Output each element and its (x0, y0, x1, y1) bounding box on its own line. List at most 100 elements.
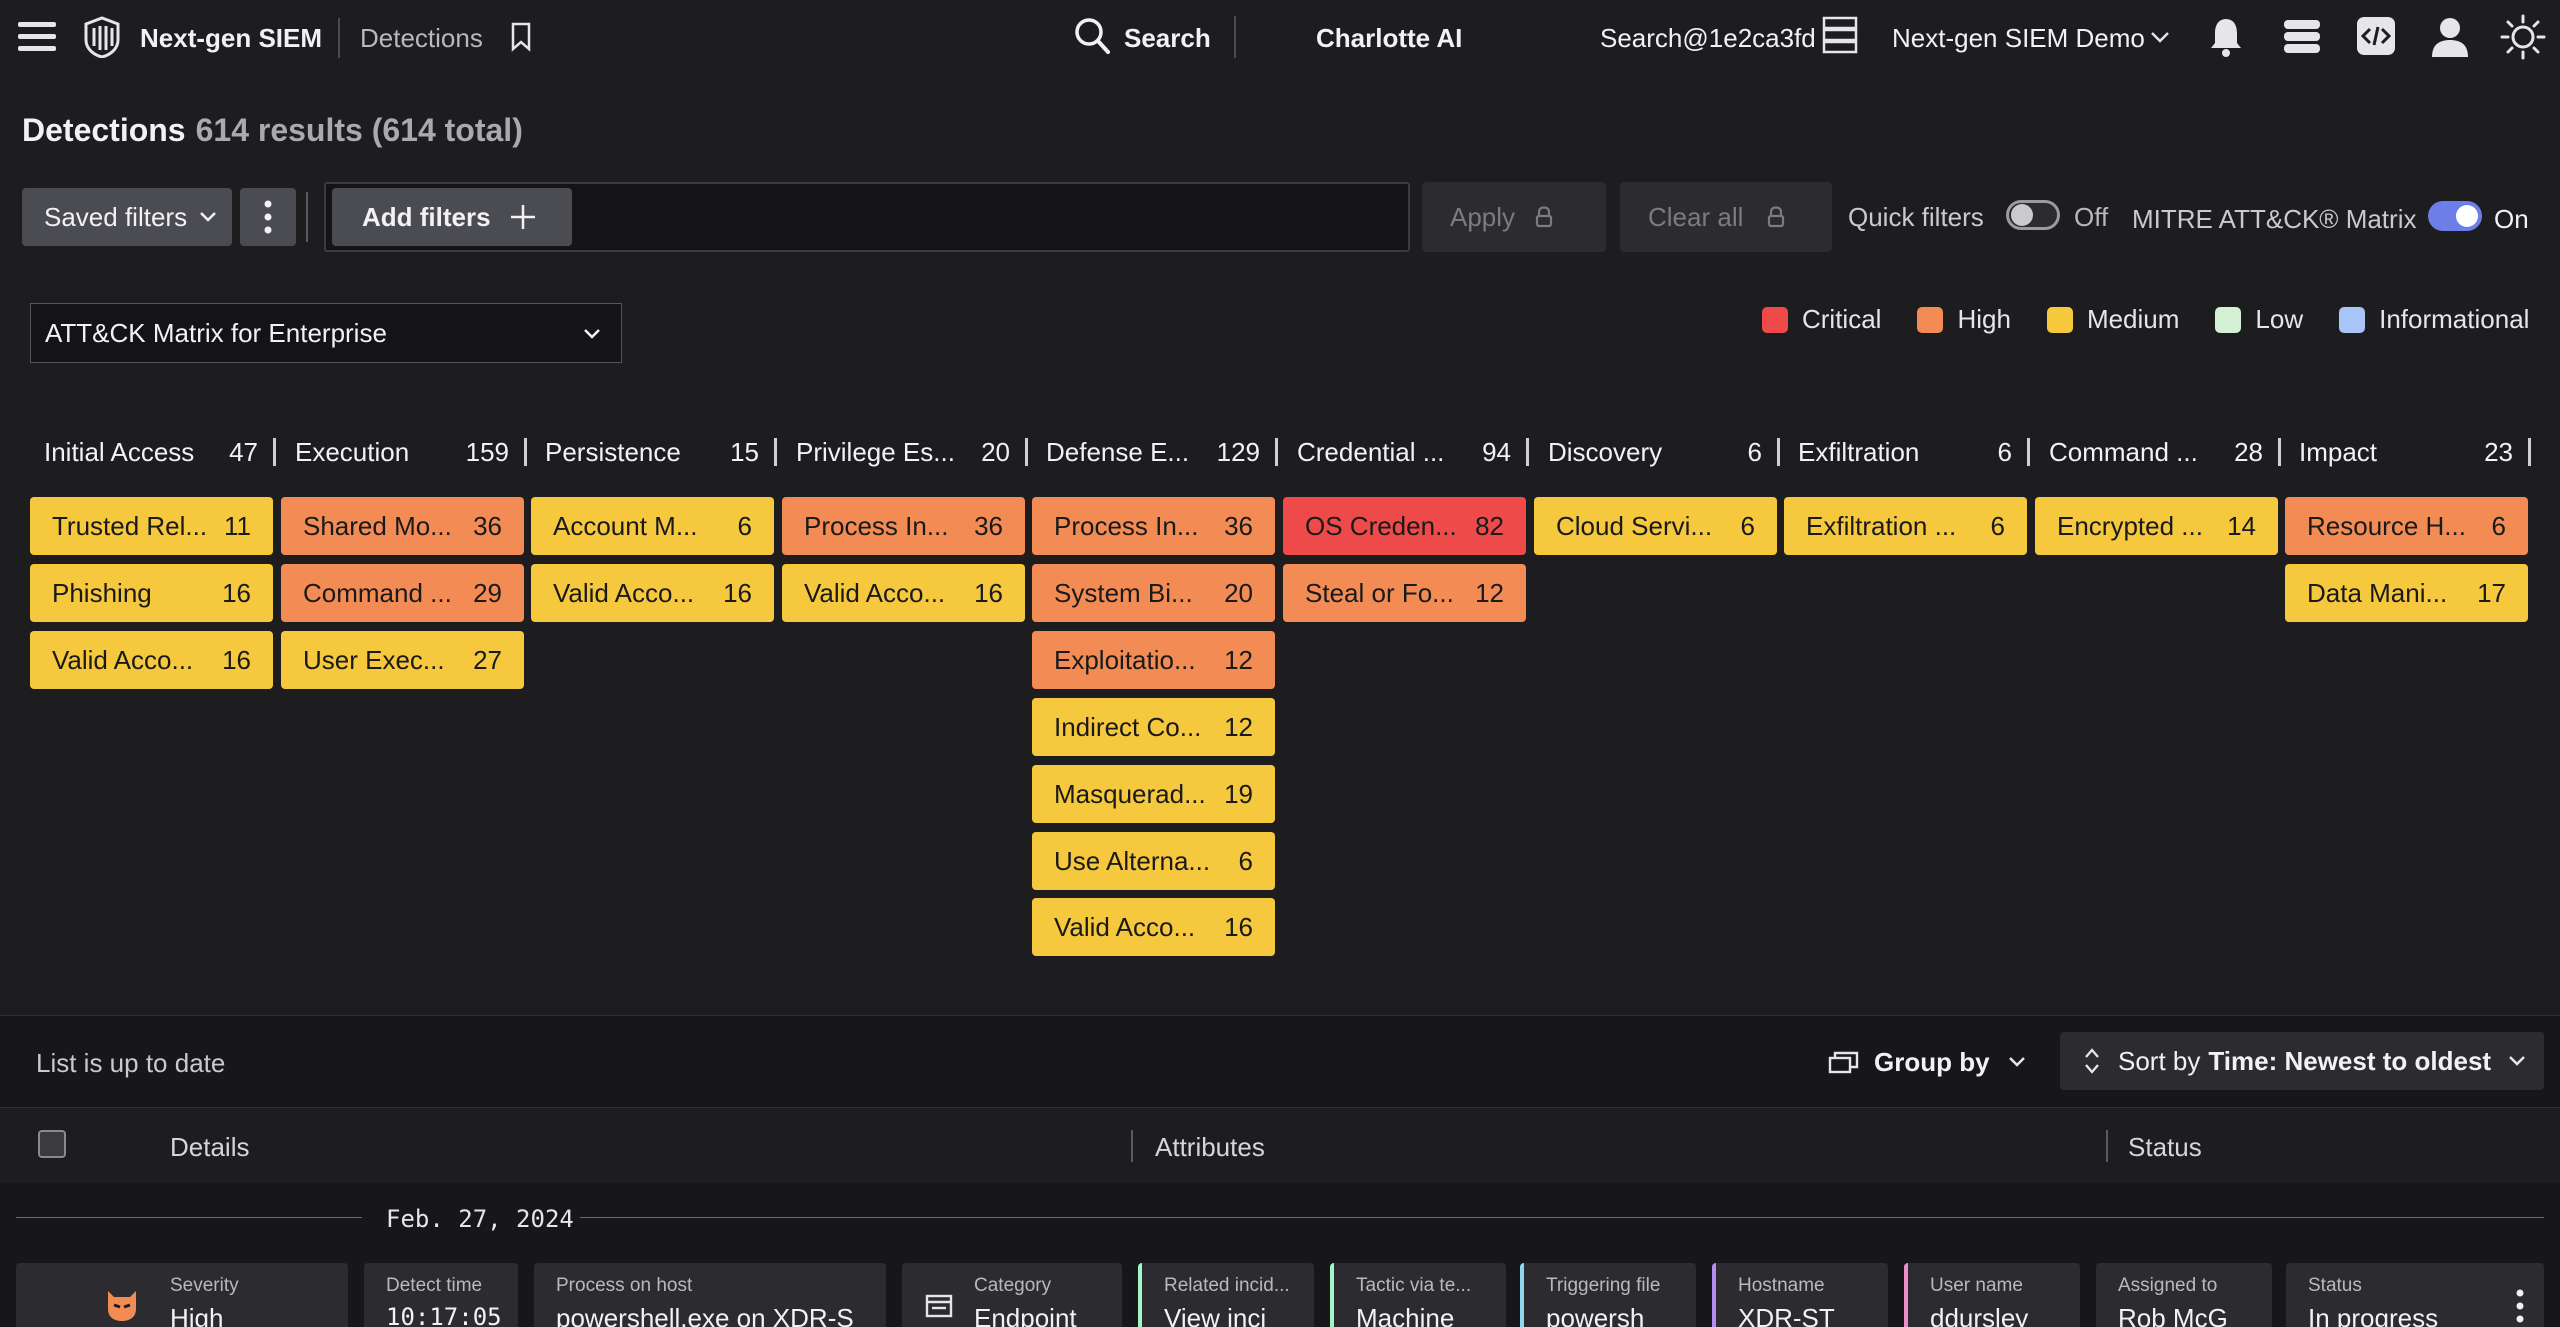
mitre-matrix-toggle[interactable] (2428, 201, 2482, 231)
technique-count: 12 (1224, 644, 1253, 675)
technique-tile[interactable]: Account M... 6 (531, 497, 774, 555)
search-icon[interactable] (1074, 17, 1110, 55)
group-by-button[interactable]: Group by (1828, 1040, 2026, 1084)
technique-tile[interactable]: Encrypted ... 14 (2035, 497, 2278, 555)
toggle-knob (2011, 204, 2033, 226)
technique-tile[interactable]: User Exec... 27 (281, 631, 524, 689)
technique-tile[interactable]: System Bi... 20 (1032, 564, 1275, 622)
sort-dropdown[interactable]: Sort by Time: Newest to oldest (2060, 1032, 2544, 1090)
technique-name: Valid Acco... (553, 577, 695, 608)
select-all-checkbox[interactable] (38, 1130, 66, 1158)
group-date: Feb. 27, 2024 (386, 1205, 574, 1233)
legend-label: Low (2255, 304, 2304, 334)
mitre-matrix-state: On (2494, 204, 2529, 234)
technique-tile[interactable]: Shared Mo... 36 (281, 497, 524, 555)
technique-tile[interactable]: Process In... 36 (1032, 497, 1275, 555)
tactic-column-header[interactable]: Initial Access 47 (30, 434, 276, 470)
charlotte-ai-button[interactable]: Charlotte AI (1316, 23, 1462, 54)
technique-tile[interactable]: Valid Acco... 16 (30, 631, 273, 689)
clear-all-button[interactable]: Clear all (1620, 182, 1832, 252)
tactic-column-header[interactable]: Execution 159 (281, 434, 527, 470)
technique-count: 20 (1224, 577, 1253, 608)
technique-tile[interactable]: Resource H... 6 (2285, 497, 2528, 555)
bell-icon[interactable] (2208, 16, 2244, 58)
attribute-card: Category Endpoint (902, 1263, 1122, 1327)
technique-tile[interactable]: Exploitatio... 12 (1032, 631, 1275, 689)
technique-count: 29 (473, 577, 502, 608)
technique-count: 27 (473, 644, 502, 675)
technique-tile[interactable]: Valid Acco... 16 (1032, 898, 1275, 956)
attack-matrix-selector[interactable]: ATT&CK Matrix for Enterprise (30, 303, 622, 363)
column-separator (273, 438, 276, 466)
tactic-column-header[interactable]: Privilege Es... 20 (782, 434, 1028, 470)
search-id[interactable]: Search@1e2ca3fd (1600, 23, 1816, 54)
technique-tile[interactable]: Use Alterna... 6 (1032, 832, 1275, 890)
technique-tile[interactable]: Cloud Servi... 6 (1534, 497, 1777, 555)
bookmark-icon[interactable] (510, 22, 532, 52)
column-separator (774, 438, 777, 466)
technique-name: Encrypted ... (2057, 510, 2203, 541)
theme-toggle-sun-icon[interactable] (2500, 14, 2546, 60)
chevron-down-icon (2008, 1057, 2025, 1067)
tactic-column-header[interactable]: Persistence 15 (531, 434, 777, 470)
attribute-card: Status In progress (2286, 1263, 2544, 1327)
app-name[interactable]: Next-gen SIEM (140, 23, 322, 54)
legend-swatch (2339, 306, 2366, 333)
attribute-card[interactable]: Related incid... View inci (1138, 1263, 1314, 1327)
apply-button[interactable]: Apply (1422, 182, 1606, 252)
technique-count: 6 (1238, 845, 1253, 876)
technique-tile[interactable]: Steal or Fo... 12 (1283, 564, 1526, 622)
quick-filters-toggle[interactable] (2006, 200, 2060, 230)
column-header-status[interactable]: Status (2128, 1132, 2202, 1163)
column-header-attributes[interactable]: Attributes (1155, 1132, 1265, 1163)
attribute-label: Tactic via te... (1356, 1275, 1472, 1296)
technique-tile[interactable]: Masquerad... 19 (1032, 765, 1275, 823)
plus-icon (509, 203, 537, 231)
stack-icon[interactable] (2282, 18, 2322, 56)
column-separator (1777, 438, 1780, 466)
tactic-column-header[interactable]: Impact 23 (2285, 434, 2531, 470)
server-icon[interactable] (1822, 16, 1858, 54)
attribute-card: Triggering file powersh (1520, 1263, 1696, 1327)
technique-tile[interactable]: Process In... 36 (782, 497, 1025, 555)
technique-count: 17 (2477, 577, 2506, 608)
user-profile-icon[interactable] (2430, 16, 2470, 58)
technique-tile[interactable]: Phishing 16 (30, 564, 273, 622)
technique-tile[interactable]: Exfiltration ... 6 (1784, 497, 2027, 555)
technique-tile[interactable]: Valid Acco... 16 (782, 564, 1025, 622)
technique-tile[interactable]: Command ... 29 (281, 564, 524, 622)
detection-row[interactable]: Severity High Detect time 10:17:05 Process o… (0, 1263, 2560, 1327)
tactic-column-header[interactable]: Credential ... 94 (1283, 434, 1529, 470)
tenant-selector[interactable]: Next-gen SIEM Demo (1892, 23, 2145, 54)
breadcrumb[interactable]: Detections (360, 23, 483, 54)
tactic-count: 47 (229, 436, 258, 467)
quick-filters-state: Off (2074, 202, 2109, 232)
saved-filters-dropdown[interactable]: Saved filters (22, 188, 232, 246)
tactic-column-header[interactable]: Command ... 28 (2035, 434, 2281, 470)
chevron-down-icon[interactable] (2150, 30, 2170, 44)
search-button[interactable]: Search (1124, 23, 1211, 54)
technique-name: System Bi... (1054, 577, 1193, 608)
sort-prefix: Sort by (2118, 1045, 2201, 1076)
technique-tile[interactable]: OS Creden... 82 (1283, 497, 1526, 555)
attribute-value: ddursley (1930, 1303, 2029, 1327)
tactic-column-header[interactable]: Defense E... 129 (1032, 434, 1278, 470)
add-filters-button[interactable]: Add filters (332, 188, 572, 246)
technique-name: OS Creden... (1305, 510, 1457, 541)
technique-count: 36 (974, 510, 1003, 541)
technique-tile[interactable]: Data Mani... 17 (2285, 564, 2528, 622)
technique-name: Valid Acco... (804, 577, 946, 608)
technique-tile[interactable]: Indirect Co... 12 (1032, 698, 1275, 756)
attribute-card: Detect time 10:17:05 (364, 1263, 518, 1327)
attribute-card: Severity High (16, 1263, 348, 1327)
technique-tile[interactable]: Valid Acco... 16 (531, 564, 774, 622)
more-options-button[interactable] (240, 188, 296, 246)
row-actions-kebab-icon[interactable] (2516, 1289, 2524, 1327)
technique-tile[interactable]: Trusted Rel... 11 (30, 497, 273, 555)
developer-code-icon[interactable] (2356, 16, 2396, 56)
column-header-details[interactable]: Details (170, 1132, 249, 1163)
hamburger-menu-icon[interactable] (18, 20, 56, 54)
tactic-column-header[interactable]: Discovery 6 (1534, 434, 1780, 470)
page-title-text: Detections (22, 112, 186, 148)
tactic-column-header[interactable]: Exfiltration 6 (1784, 434, 2030, 470)
